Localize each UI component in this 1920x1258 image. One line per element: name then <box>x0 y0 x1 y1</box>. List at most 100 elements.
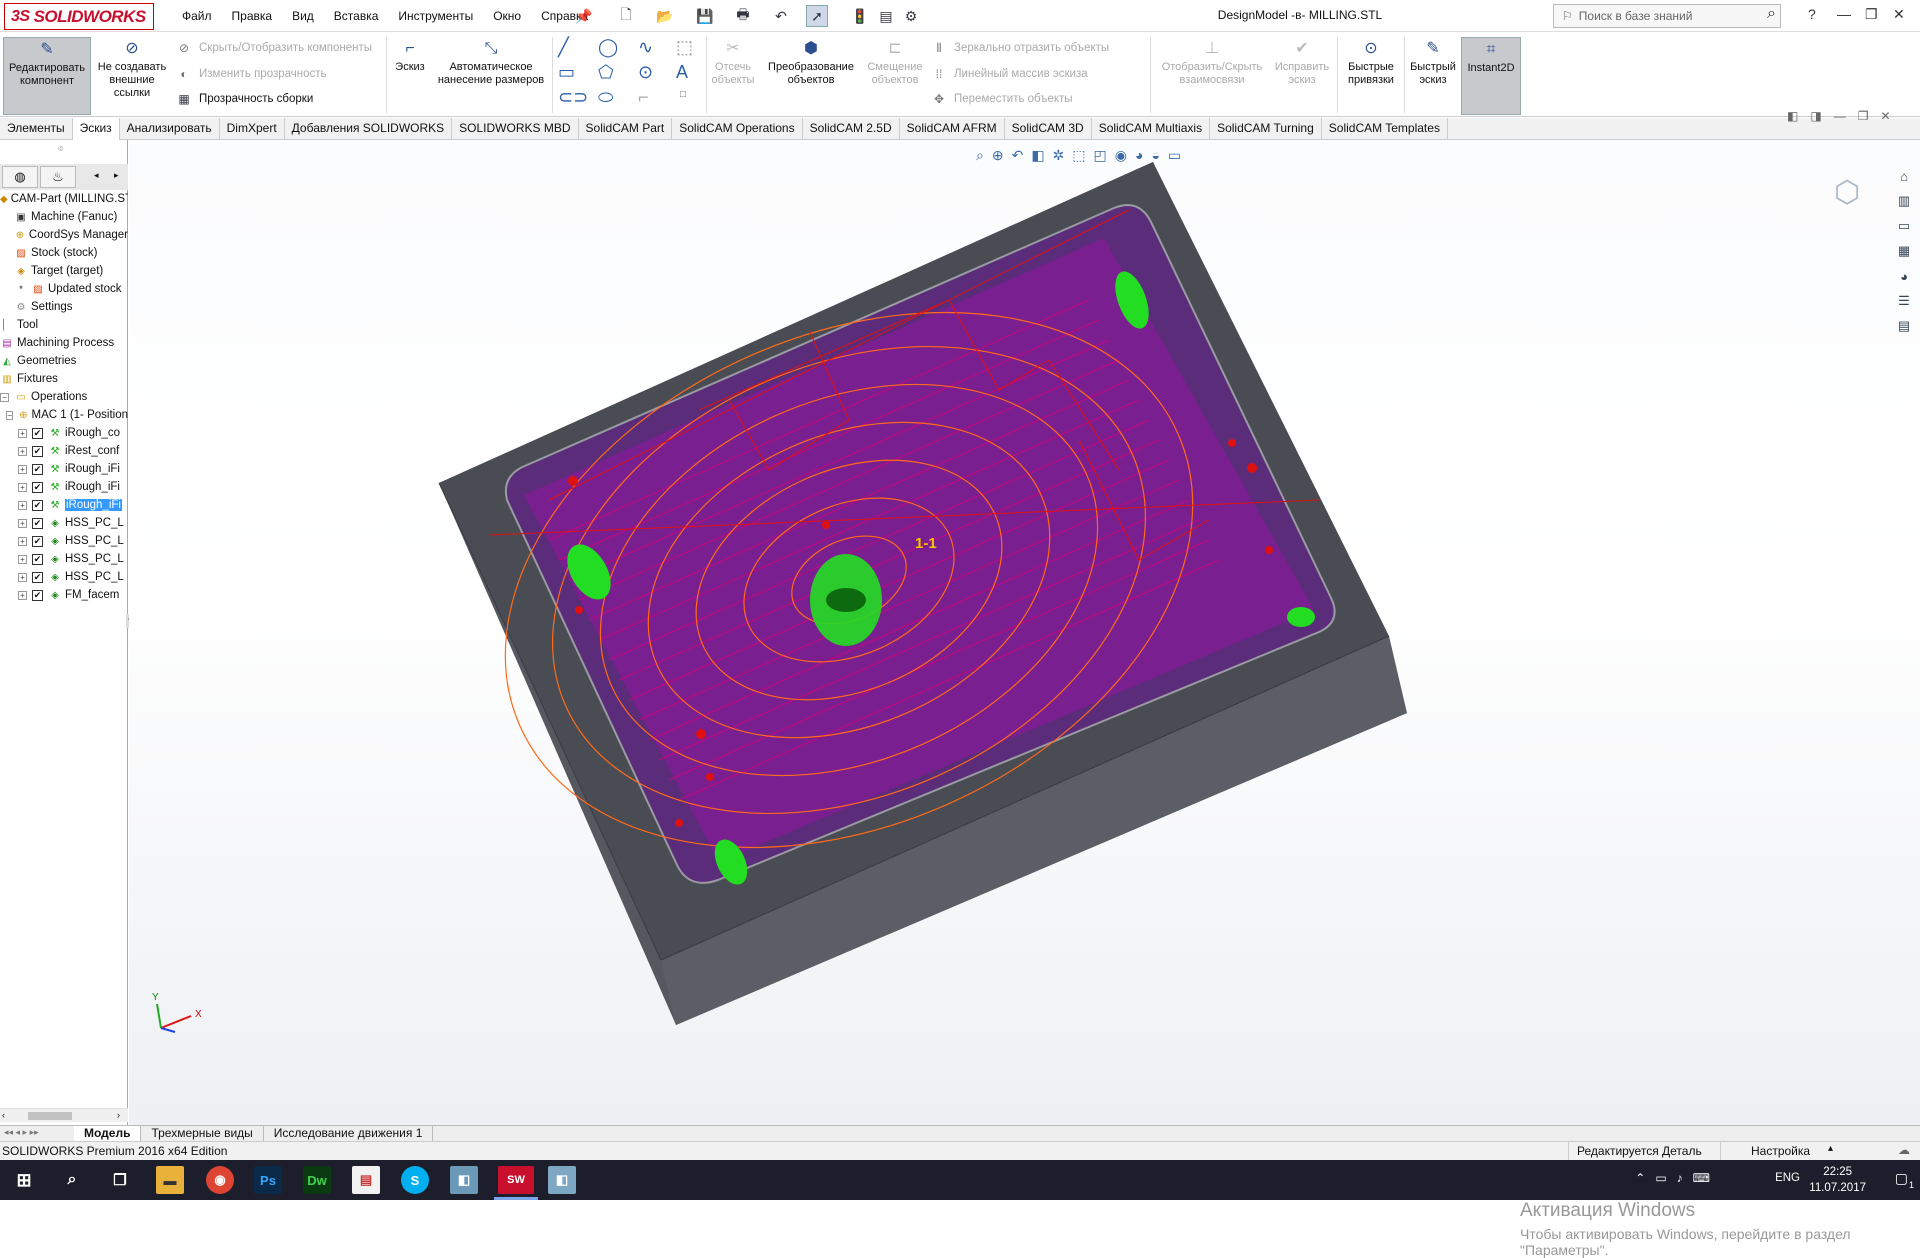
taskbar-clock[interactable]: 22:25 11.07.2017 <box>1809 1164 1866 1196</box>
expand-icon[interactable]: + <box>18 446 27 456</box>
assembly-transparency-button[interactable]: ▦ Прозрачность сборки <box>175 89 313 109</box>
menu-view[interactable]: Вид <box>292 9 314 23</box>
select-icon[interactable]: ➚ <box>806 5 828 27</box>
search-icon[interactable]: ⌕ <box>1767 5 1776 23</box>
undo-icon[interactable]: ↶ <box>768 5 794 27</box>
tray-keyboard-icon[interactable]: ⌨ <box>1693 1171 1710 1185</box>
polygon-icon[interactable]: ⬠ <box>598 62 614 83</box>
rectangle-icon[interactable]: ▭ <box>558 62 575 83</box>
expand-icon[interactable]: + <box>18 518 27 528</box>
chrome-icon[interactable]: ◉ <box>206 1166 234 1194</box>
tree-machining-process[interactable]: ▤ Machining Process <box>0 334 128 352</box>
tab-nav-arrows-icon[interactable]: ◂◂ ◂ ▸ ▸▸ <box>0 1127 74 1141</box>
tab-mbd[interactable]: SOLIDWORKS MBD <box>452 118 579 140</box>
op-checkbox[interactable]: ✔ <box>32 589 43 601</box>
expand-icon[interactable]: + <box>18 590 27 600</box>
doc-restore-icon[interactable]: ❐ <box>1858 109 1869 123</box>
panel-prev-icon[interactable]: ◂ <box>94 170 99 181</box>
app-icon[interactable]: ◧ <box>548 1166 576 1194</box>
quick-snaps-button[interactable]: ⊙ Быстрые привязки <box>1341 37 1401 87</box>
linear-pattern-button[interactable]: ⁞⁞ Линейный массив эскиза <box>930 64 1088 84</box>
forum-icon[interactable]: ▤ <box>1893 315 1915 337</box>
menu-edit[interactable]: Правка <box>232 9 273 23</box>
scroll-left-icon[interactable]: ‹ <box>2 1110 5 1120</box>
menu-insert[interactable]: Вставка <box>334 9 379 23</box>
close-icon[interactable]: ✕ <box>1893 6 1905 23</box>
collapse-icon[interactable]: − <box>0 392 9 402</box>
tab-solidcam-templates[interactable]: SolidCAM Templates <box>1322 118 1448 140</box>
menu-tools[interactable]: Инструменты <box>398 9 473 23</box>
tree-operation[interactable]: + ✔ ◈ FM_facem <box>18 586 128 604</box>
expand-icon[interactable]: + <box>18 554 27 564</box>
tab-features[interactable]: Элементы <box>0 118 73 140</box>
expand-icon[interactable]: + <box>18 536 27 546</box>
tab-dimxpert[interactable]: DimXpert <box>220 118 285 140</box>
language-indicator[interactable]: ENG <box>1775 1172 1800 1184</box>
collapse-icon[interactable]: − <box>6 410 14 420</box>
design-library-icon[interactable]: ▥ <box>1893 190 1915 212</box>
expand-icon[interactable]: + <box>18 572 27 582</box>
change-transparency-button[interactable]: ◐ Изменить прозрачность <box>175 64 326 84</box>
tab-solidcam-afrm[interactable]: SolidCAM AFRM <box>900 118 1005 140</box>
tab-evaluate[interactable]: Анализировать <box>120 118 220 140</box>
tree-operation[interactable]: + ✔ ◈ HSS_PC_L <box>18 532 128 550</box>
display-relations-button[interactable]: ⊥ Отобразить/Скрыть взаимосвязи <box>1156 37 1268 87</box>
tree-operation[interactable]: + ✔ ⚒ iRough_co <box>18 424 128 442</box>
tree-geometries[interactable]: ◭ Geometries <box>0 352 128 370</box>
tab-3d-views[interactable]: Трехмерные виды <box>141 1125 264 1142</box>
op-checkbox[interactable]: ✔ <box>32 553 43 565</box>
custom-properties-icon[interactable]: ☰ <box>1893 290 1915 312</box>
tree-updated-stock[interactable]: * ▨ Updated stock <box>14 280 128 298</box>
rapid-sketch-button[interactable]: ✎ Быстрый эскиз <box>1408 37 1458 87</box>
smart-dimension-button[interactable]: ⤡ Автоматическое нанесение размеров <box>432 37 550 87</box>
expand-icon[interactable]: + <box>18 482 27 492</box>
help-icon[interactable]: ? <box>1808 6 1816 22</box>
tree-mac[interactable]: − ⊕ MAC 1 (1- Position <box>6 406 128 424</box>
tab-solidcam-operations[interactable]: SolidCAM Operations <box>672 118 803 140</box>
op-checkbox[interactable]: ✔ <box>32 463 43 475</box>
circle-icon[interactable]: ◯ <box>598 37 618 58</box>
restore-icon[interactable]: ❐ <box>1865 6 1878 23</box>
tree-operation[interactable]: + ✔ ◈ HSS_PC_L <box>18 550 128 568</box>
tree-stock[interactable]: ▨ Stock (stock) <box>14 244 128 262</box>
instant2d-button[interactable]: ⌗ Instant2D <box>1461 37 1521 115</box>
doc-close-icon[interactable]: ✕ <box>1880 109 1890 123</box>
file-explorer-icon[interactable]: ▭ <box>1893 215 1915 237</box>
scroll-right-icon[interactable]: › <box>117 1110 120 1120</box>
tree-operation[interactable]: + ✔ ◈ HSS_PC_L <box>18 568 128 586</box>
save-icon[interactable]: 💾 <box>692 5 718 27</box>
fillet-icon[interactable]: ⌐ <box>638 87 649 108</box>
arc-icon[interactable]: ⬭ <box>598 87 613 108</box>
status-settings[interactable]: Настройка <box>1751 1144 1810 1158</box>
tab-solidcam-multiaxis[interactable]: SolidCAM Multiaxis <box>1092 118 1211 140</box>
notifications-icon[interactable]: ▢ <box>1895 1170 1908 1187</box>
offset-entities-button[interactable]: ⊏ Смещение объектов <box>864 37 926 87</box>
minimize-icon[interactable]: — <box>1837 6 1851 22</box>
line-icon[interactable]: ╱ <box>558 37 569 58</box>
tree-operation[interactable]: + ✔ ⚒ iRest_conf <box>18 442 128 460</box>
tab-motion-study[interactable]: Исследование движения 1 <box>264 1125 434 1142</box>
search-scope-icon[interactable]: ⚐ <box>1562 9 1573 23</box>
graphics-viewport[interactable]: ⌕ ⊕ ↶ ◧ ✲ ⬚ ◰ ◉ ◕ ◒ ▭ ◧ ◨ — ❐ ✕ ⬡ 1-1 X … <box>129 109 1920 1258</box>
windows-start-icon[interactable]: ⊞ <box>10 1166 38 1194</box>
edit-component-button[interactable]: ✎ Редактировать компонент <box>3 37 91 115</box>
tab-addins[interactable]: Добавления SOLIDWORKS <box>285 118 453 140</box>
pin-icon[interactable]: 📌 <box>575 5 592 27</box>
task-view-icon[interactable]: ❐ <box>106 1166 134 1194</box>
tree-operation[interactable]: + ✔ ⚒ iRough_iFi <box>18 460 128 478</box>
solidworks-taskbar-icon[interactable]: SW <box>498 1166 534 1194</box>
op-checkbox[interactable]: ✔ <box>32 445 43 457</box>
search-box[interactable]: ⚐ Поиск в базе знаний ⌕ <box>1553 4 1781 28</box>
status-tooltip-icon[interactable]: ☁ <box>1898 1143 1910 1157</box>
dreamweaver-icon[interactable]: Dw <box>303 1166 331 1194</box>
document-app-icon[interactable]: ▤ <box>352 1166 380 1194</box>
print-icon[interactable]: 🖶 <box>730 5 756 27</box>
view-palette-icon[interactable]: ▦ <box>1893 240 1915 262</box>
text-icon[interactable]: A <box>676 62 688 83</box>
tab-solidcam-part[interactable]: SolidCAM Part <box>579 118 673 140</box>
menu-window[interactable]: Окно <box>493 9 521 23</box>
scroll-thumb[interactable] <box>28 1112 72 1120</box>
ellipse-icon[interactable]: ⊙ <box>638 62 653 83</box>
tab-solidcam-25d[interactable]: SolidCAM 2.5D <box>803 118 900 140</box>
traffic-light-icon[interactable]: 🚦 <box>850 5 870 27</box>
